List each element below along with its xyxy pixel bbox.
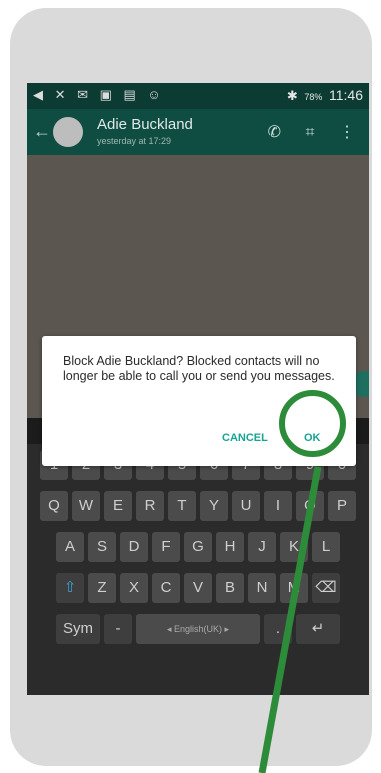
- pointer-arrow: [258, 466, 322, 773]
- arrow-line: [258, 466, 322, 773]
